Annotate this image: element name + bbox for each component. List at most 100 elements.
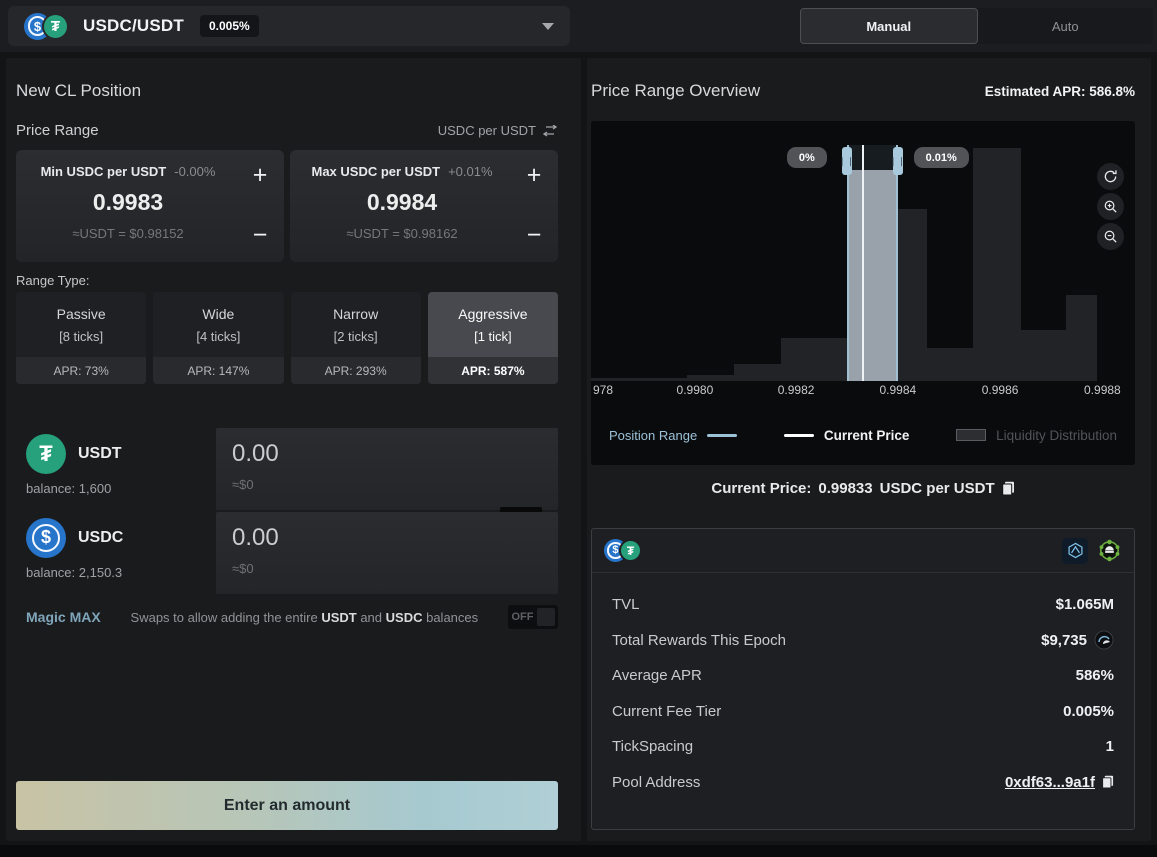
min-price-box: Min USDC per USDT -0.00% 0.9983 ≈USDT = … <box>16 150 284 262</box>
min-price-approx: ≈USDT = $0.98152 <box>72 226 183 241</box>
tab-manual[interactable]: Manual <box>800 8 978 44</box>
zoom-in-button[interactable] <box>1097 193 1124 220</box>
min-increase-button[interactable]: + <box>244 158 276 192</box>
liquidity-bar <box>927 348 974 381</box>
max-price-pct: +0.01% <box>448 164 492 179</box>
min-decrease-button[interactable]: − <box>244 218 276 252</box>
fee-tier-badge: 0.005% <box>200 15 259 37</box>
usdc-icon: $ <box>26 518 66 558</box>
pool-info-card: $ ₮ TVL $1.065M <box>591 528 1135 830</box>
legend-liquidity: Liquidity Distribution <box>956 428 1117 443</box>
liquidity-bar <box>898 209 927 381</box>
mode-toggle: Manual Auto <box>800 8 1153 44</box>
range-handle-right[interactable]: ❘❘ <box>893 147 903 175</box>
toggle-knob <box>537 608 555 626</box>
overview-header: Price Range Overview Estimated APR: 586.… <box>591 81 1135 101</box>
usdt-amount-input[interactable]: 0.00 ≈$0 <box>216 428 558 510</box>
legend-current-price: Current Price <box>784 428 910 443</box>
range-type-label: Range Type: <box>16 273 89 288</box>
liquidity-bar <box>687 375 734 382</box>
liquidity-bar <box>1021 330 1066 381</box>
min-price-label: Min USDC per USDT <box>41 164 167 179</box>
range-option-wide[interactable]: Wide[4 ticks] APR: 147% <box>153 292 283 384</box>
usdt-icon: ₮ <box>619 539 642 562</box>
current-price-line <box>862 145 864 381</box>
current-price-row: Current Price: 0.99833 USDC per USDT <box>591 480 1135 497</box>
reward-token-icon <box>1094 630 1114 650</box>
stat-pool-address: Pool Address 0xdf63...9a1f <box>612 765 1114 801</box>
reset-zoom-button[interactable] <box>1097 163 1124 190</box>
stat-tick-spacing: TickSpacing 1 <box>612 729 1114 765</box>
range-option-passive[interactable]: Passive[8 ticks] APR: 73% <box>16 292 146 384</box>
axis-tick: 0.9980 <box>677 383 714 397</box>
position-range-band[interactable] <box>847 145 898 381</box>
liquidity-chart: ❘❘ ❘❘ 0% 0.01% 978 0.9980 0.9982 0.9984 … <box>591 121 1135 465</box>
liquidity-bar <box>734 364 782 381</box>
copy-icon[interactable] <box>1002 481 1015 496</box>
position-range-swatch <box>707 434 737 437</box>
axis-tick: 0.9988 <box>1084 383 1121 397</box>
range-handle-left[interactable]: ❘❘ <box>842 147 852 175</box>
pool-partner-icons <box>1062 538 1122 564</box>
current-price-unit: USDC per USDT <box>880 480 995 497</box>
page-title: New CL Position <box>16 81 141 101</box>
usdt-symbol: USDT <box>78 445 122 463</box>
range-option-narrow[interactable]: Narrow[2 ticks] APR: 293% <box>291 292 421 384</box>
max-decrease-button[interactable]: − <box>518 218 550 252</box>
axis-tick: 0.9984 <box>879 383 916 397</box>
liquidity-bar <box>781 338 846 381</box>
usdc-symbol: USDC <box>78 529 123 547</box>
range-pct-badge-max: 0.01% <box>914 147 969 168</box>
footer-bar <box>0 845 1157 857</box>
stat-average-apr: Average APR 586% <box>612 658 1114 694</box>
max-increase-button[interactable]: + <box>518 158 550 192</box>
current-price-label: Current Price: <box>711 480 811 497</box>
max-price-box: Max USDC per USDT +0.01% 0.9984 ≈USDT = … <box>290 150 558 262</box>
max-price-label: Max USDC per USDT <box>311 164 440 179</box>
price-range-header: Price Range USDC per USDT <box>16 122 558 139</box>
chevron-down-icon <box>542 23 554 30</box>
submit-button[interactable]: Enter an amount <box>16 781 558 830</box>
x-axis: 978 0.9980 0.9982 0.9984 0.9986 0.9988 <box>591 383 1135 401</box>
min-price-pct: -0.00% <box>174 164 215 179</box>
max-price-approx: ≈USDT = $0.98162 <box>346 226 457 241</box>
usdt-balance: balance: 1,600 <box>26 481 111 496</box>
range-type-options: Passive[8 ticks] APR: 73% Wide[4 ticks] … <box>16 292 558 384</box>
price-unit-toggle[interactable]: USDC per USDT <box>438 123 558 138</box>
min-price-value[interactable]: 0.9983 <box>93 189 163 216</box>
copy-icon[interactable] <box>1102 775 1114 789</box>
swap-arrows-icon <box>542 125 558 137</box>
estimated-apr: Estimated APR: 586.8% <box>985 84 1135 99</box>
magic-max-description: Swaps to allow adding the entire USDT an… <box>101 610 508 625</box>
liquidity-bar <box>973 148 1021 381</box>
magic-max-toggle[interactable]: OFF <box>508 605 558 629</box>
tab-auto[interactable]: Auto <box>978 8 1154 44</box>
usdc-amount-input[interactable]: 0.00 ≈$0 <box>216 512 558 594</box>
usdt-icon: ₮ <box>26 434 66 474</box>
chart-plot[interactable]: ❘❘ ❘❘ 0% 0.01% <box>591 121 1135 381</box>
magic-max-row: Magic MAX Swaps to allow adding the enti… <box>16 602 558 632</box>
range-option-aggressive[interactable]: Aggressive[1 tick] APR: 587% <box>428 292 558 384</box>
liquidity-bar <box>1066 295 1096 381</box>
top-bar: $ ₮ USDC/USDT 0.005% Manual Auto <box>0 0 1157 52</box>
app-page: $ ₮ USDC/USDT 0.005% Manual Auto New CL … <box>0 0 1157 857</box>
zoom-out-button[interactable] <box>1097 223 1124 250</box>
pair-title: USDC/USDT <box>83 16 184 36</box>
stat-tvl: TVL $1.065M <box>612 587 1114 623</box>
max-price-value[interactable]: 0.9984 <box>367 189 437 216</box>
axis-tick: 0.9982 <box>778 383 815 397</box>
axis-tick: 978 <box>593 383 613 397</box>
protocol-badge-icon[interactable] <box>1062 538 1088 564</box>
current-price-swatch <box>784 434 814 437</box>
turtle-icon[interactable] <box>1097 538 1122 563</box>
price-unit-label: USDC per USDT <box>438 123 536 138</box>
usdc-balance: balance: 2,150.3 <box>26 565 122 580</box>
usdt-icon: ₮ <box>42 13 69 40</box>
pool-address-link[interactable]: 0xdf63...9a1f <box>1005 774 1095 791</box>
pool-pair-selector[interactable]: $ ₮ USDC/USDT 0.005% <box>8 6 570 46</box>
magic-max-label: Magic MAX <box>26 609 101 625</box>
range-pct-badge-min: 0% <box>787 147 827 168</box>
legend-position-range: Position Range <box>609 428 737 443</box>
current-price-value: 0.99833 <box>818 480 872 497</box>
axis-tick: 0.9986 <box>982 383 1019 397</box>
